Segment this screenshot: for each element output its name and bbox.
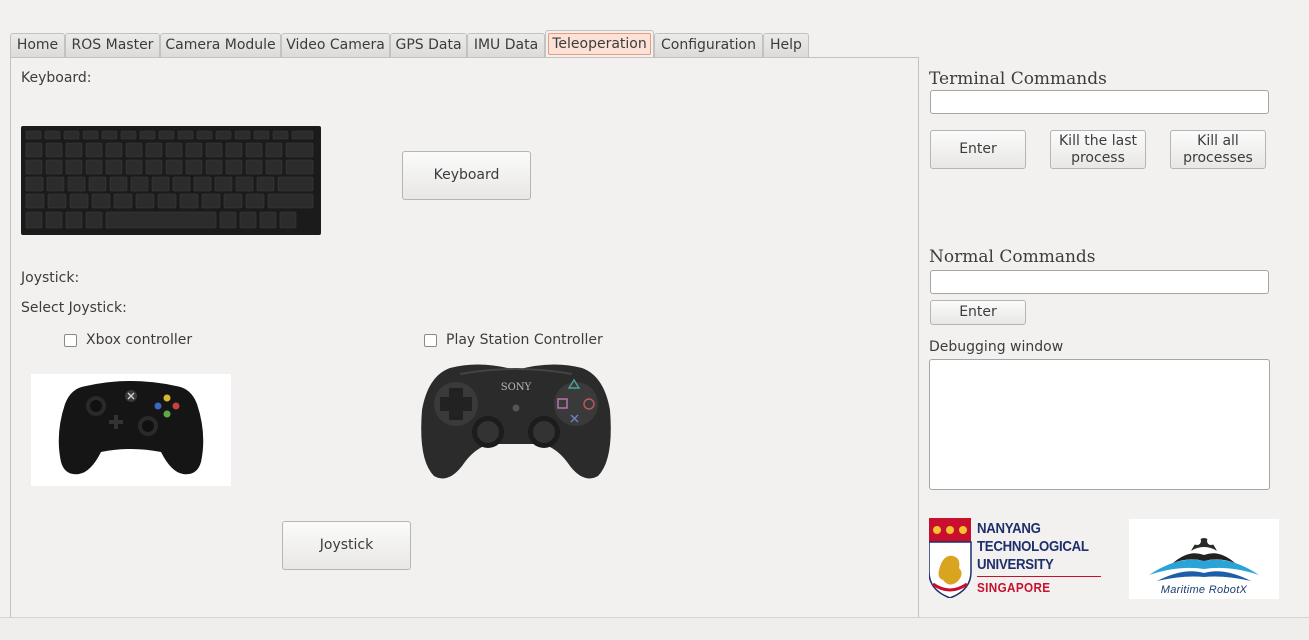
terminal-commands-title: Terminal Commands xyxy=(929,69,1107,89)
terminal-command-input[interactable] xyxy=(930,90,1269,114)
playstation-checkbox-label: Play Station Controller xyxy=(446,332,603,348)
ntu-line-2: TECHNOLOGICAL xyxy=(977,538,1089,555)
tab-video-camera[interactable]: Video Camera xyxy=(281,33,390,57)
tab-help-label: Help xyxy=(770,37,802,53)
tab-camera-module-label: Camera Module xyxy=(165,37,276,53)
robotx-emblem-icon xyxy=(1149,537,1259,581)
debugging-window-label: Debugging window xyxy=(929,339,1064,355)
tab-teleoperation[interactable]: Teleoperation xyxy=(545,30,654,58)
ntu-line-4: SINGAPORE xyxy=(977,580,1051,595)
playstation-controller-icon: SONY xyxy=(421,364,611,479)
tab-video-camera-label: Video Camera xyxy=(286,37,385,53)
tab-ros-master-label: ROS Master xyxy=(71,37,154,53)
ntu-crest-icon xyxy=(929,518,972,598)
xbox-checkbox[interactable] xyxy=(64,334,77,347)
xbox-checkbox-label: Xbox controller xyxy=(86,332,193,348)
xbox-controller-icon xyxy=(58,381,204,475)
joystick-label: Joystick: xyxy=(21,270,80,286)
keyboard-label: Keyboard: xyxy=(21,70,92,86)
ntu-logo: NANYANG TECHNOLOGICAL UNIVERSITY SINGAPO… xyxy=(929,518,1101,600)
kill-last-process-button[interactable]: Kill the last process xyxy=(1050,130,1146,169)
keyboard-icon xyxy=(21,126,321,235)
ntu-divider xyxy=(977,576,1101,577)
tab-home-label: Home xyxy=(16,37,59,53)
tab-configuration-label: Configuration xyxy=(661,37,756,53)
normal-enter-button[interactable]: Enter xyxy=(930,300,1026,325)
robotx-wordmark: Maritime RobotX xyxy=(1160,584,1248,596)
status-bar xyxy=(0,617,1309,640)
joystick-button[interactable]: Joystick xyxy=(282,521,411,570)
tab-gps-data-label: GPS Data xyxy=(395,37,462,53)
ntu-line-3: UNIVERSITY xyxy=(977,556,1054,573)
tab-imu-data[interactable]: IMU Data xyxy=(467,33,545,57)
ntu-line-1: NANYANG xyxy=(977,520,1041,537)
playstation-checkbox[interactable] xyxy=(424,334,437,347)
tab-configuration[interactable]: Configuration xyxy=(654,33,763,57)
select-joystick-label: Select Joystick: xyxy=(21,300,127,316)
debugging-window[interactable] xyxy=(929,359,1270,490)
tab-home[interactable]: Home xyxy=(10,33,65,57)
keyboard-image xyxy=(21,126,321,235)
keyboard-button[interactable]: Keyboard xyxy=(402,151,531,200)
tab-imu-data-label: IMU Data xyxy=(473,37,539,53)
tab-help[interactable]: Help xyxy=(763,33,809,57)
kill-all-processes-button[interactable]: Kill all processes xyxy=(1170,130,1266,169)
xbox-controller-image xyxy=(31,374,231,486)
tab-gps-data[interactable]: GPS Data xyxy=(390,33,467,57)
normal-command-input[interactable] xyxy=(930,270,1269,294)
ps-brand-text: SONY xyxy=(501,382,532,393)
maritime-robotx-logo: Maritime RobotX xyxy=(1129,519,1279,599)
tab-camera-module[interactable]: Camera Module xyxy=(160,33,281,57)
normal-commands-title: Normal Commands xyxy=(929,247,1096,267)
tab-ros-master[interactable]: ROS Master xyxy=(65,33,160,57)
tab-teleoperation-label: Teleoperation xyxy=(548,33,651,55)
terminal-enter-button[interactable]: Enter xyxy=(930,130,1026,169)
playstation-controller-image: SONY xyxy=(420,360,612,480)
